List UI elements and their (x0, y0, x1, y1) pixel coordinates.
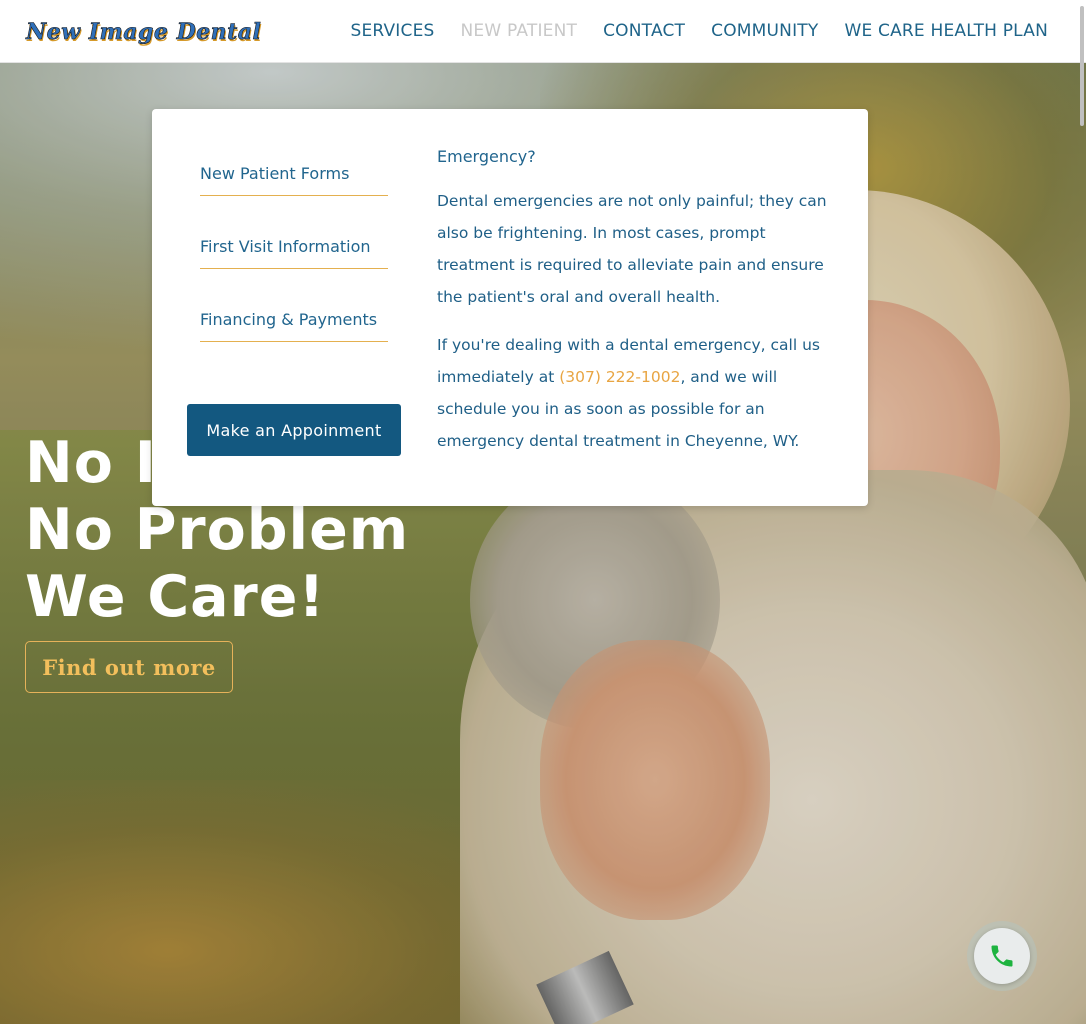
nav-item-community[interactable]: COMMUNITY (711, 21, 818, 41)
nav-item-we-care-health-plan[interactable]: WE CARE HEALTH PLAN (844, 21, 1048, 41)
hero-headline-line-2: No Problem (25, 497, 410, 563)
new-patient-dropdown: New Patient Forms First Visit Informatio… (152, 109, 868, 506)
nav-item-services[interactable]: SERVICES (350, 21, 434, 41)
site-logo[interactable]: New Image Dental (26, 14, 262, 50)
page-scrollbar[interactable] (1080, 6, 1084, 126)
main-nav: SERVICES NEW PATIENT CONTACT COMMUNITY W… (324, 0, 1048, 62)
make-appointment-button[interactable]: Make an Appoinment (187, 404, 401, 456)
dropdown-link-new-patient-forms[interactable]: New Patient Forms (200, 164, 388, 196)
find-out-more-label: Find out more (42, 654, 216, 680)
emergency-phone-link[interactable]: (307) 222-1002 (559, 368, 680, 386)
hero-headline-line-3: We Care! (25, 564, 326, 630)
nav-item-new-patient[interactable]: NEW PATIENT (461, 21, 578, 41)
dropdown-link-financing-payments[interactable]: Financing & Payments (200, 310, 388, 342)
emergency-title: Emergency? (437, 147, 536, 166)
emergency-paragraph-2: If you're dealing with a dental emergenc… (437, 329, 837, 457)
phone-icon (991, 945, 1013, 967)
nav-item-contact[interactable]: CONTACT (603, 21, 685, 41)
emergency-paragraph-1: Dental emergencies are not only painful;… (437, 192, 827, 306)
find-out-more-button[interactable]: Find out more (25, 641, 233, 693)
site-header: New Image Dental SERVICES NEW PATIENT CO… (0, 0, 1086, 63)
floating-call-button[interactable] (974, 928, 1030, 984)
dropdown-link-first-visit-information[interactable]: First Visit Information (200, 237, 388, 269)
